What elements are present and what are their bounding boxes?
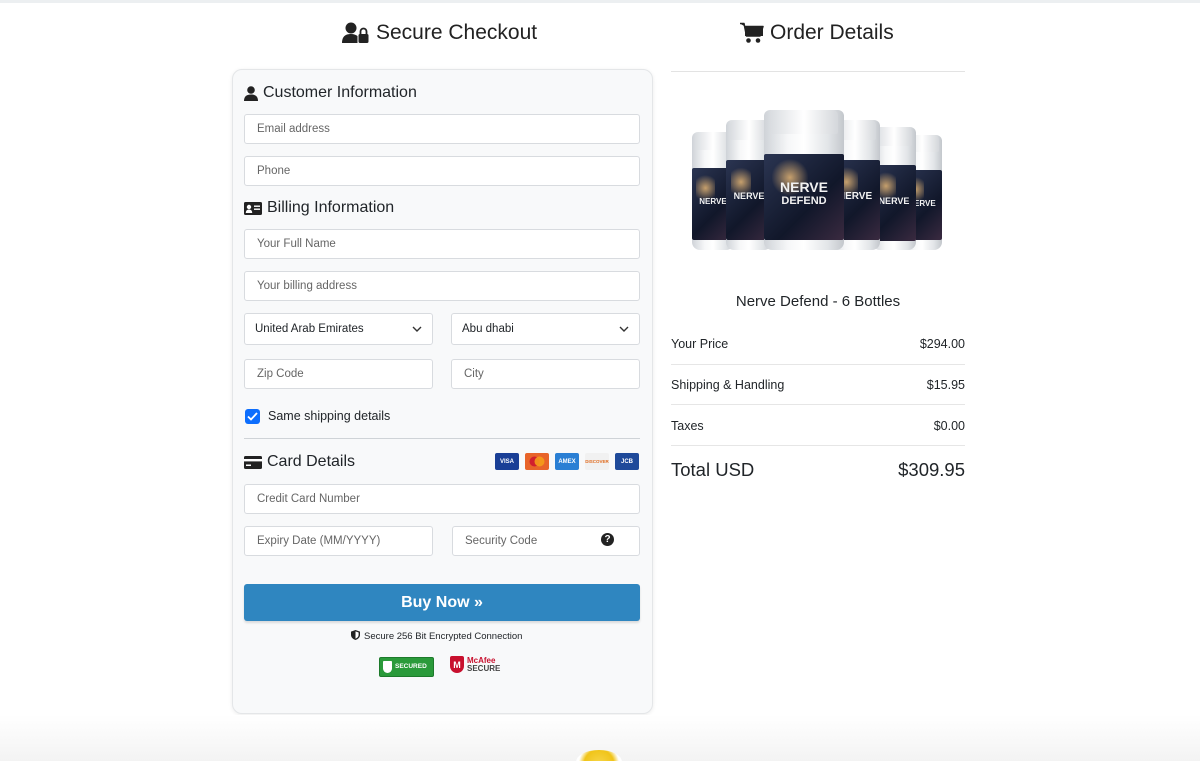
- price-value: $294.00: [919, 337, 965, 351]
- card-logos: VISA AMEX DISCOVER JCB: [495, 453, 639, 470]
- product-image: NERVE NERVE NERVE NERVE NERVE NERVE DEFE…: [690, 105, 946, 250]
- shipping-row: Shipping & Handling $15.95: [671, 378, 965, 392]
- bottle-image-front: NERVE DEFEND: [764, 110, 844, 250]
- shipping-label: Shipping & Handling: [671, 378, 785, 392]
- price-label: Your Price: [671, 337, 729, 351]
- total-row: Total USD $309.95: [671, 459, 965, 481]
- country-select-value: United Arab Emirates: [255, 323, 364, 335]
- chevron-down-icon: [412, 323, 422, 335]
- shopping-cart-icon: [740, 22, 764, 44]
- id-card-icon: [244, 201, 262, 215]
- checkmark-icon: [247, 412, 258, 421]
- city-field[interactable]: [451, 359, 640, 389]
- top-border: [0, 0, 1200, 3]
- taxes-label: Taxes: [671, 419, 704, 433]
- jcb-logo: JCB: [615, 453, 639, 470]
- checkout-heading: Secure Checkout: [342, 19, 537, 47]
- row-divider: [671, 364, 965, 365]
- product-name: Nerve Defend - 6 Bottles: [735, 293, 901, 310]
- question-circle-icon[interactable]: ?: [601, 533, 614, 546]
- secured-seal: SECURED: [379, 657, 434, 677]
- user-icon: [244, 85, 258, 101]
- billing-info-title: Billing Information: [244, 197, 394, 219]
- card-details-title: Card Details: [244, 451, 355, 473]
- chevron-down-icon: [619, 323, 629, 335]
- taxes-value: $0.00: [933, 419, 965, 433]
- secure-connection-note: Secure 256 Bit Encrypted Connection: [351, 630, 522, 643]
- zip-code-field[interactable]: [244, 359, 433, 389]
- credit-card-icon: [244, 455, 262, 469]
- total-label: Total USD: [671, 459, 755, 480]
- region-select[interactable]: Abu dhabi: [451, 313, 640, 345]
- customer-info-title: Customer Information: [244, 82, 417, 104]
- country-select[interactable]: United Arab Emirates: [244, 313, 433, 345]
- visa-logo: VISA: [495, 453, 519, 470]
- expiry-date-field[interactable]: [244, 526, 433, 556]
- same-shipping-checkbox[interactable]: [245, 409, 260, 424]
- region-select-value: Abu dhabi: [462, 323, 514, 335]
- shield-icon: [351, 630, 360, 643]
- section-divider: [244, 438, 640, 439]
- discover-logo: DISCOVER: [585, 453, 609, 470]
- row-divider: [671, 445, 965, 446]
- order-heading-text: Order Details: [770, 21, 894, 44]
- email-field[interactable]: [244, 114, 640, 144]
- mastercard-logo: [525, 453, 549, 470]
- mcafee-secure-seal: M McAfee SECURE: [450, 656, 500, 673]
- full-name-field[interactable]: [244, 229, 640, 259]
- total-value: $309.95: [898, 459, 965, 480]
- billing-address-field[interactable]: [244, 271, 640, 301]
- checkout-heading-text: Secure Checkout: [376, 21, 538, 44]
- mcafee-shield-icon: M: [450, 656, 464, 673]
- row-divider: [671, 404, 965, 405]
- shield-icon: [383, 661, 392, 673]
- buy-now-button[interactable]: Buy Now »: [244, 584, 640, 621]
- user-lock-icon: [342, 22, 370, 44]
- order-divider: [671, 71, 965, 72]
- shipping-value: $15.95: [926, 378, 965, 392]
- card-number-field[interactable]: [244, 484, 640, 514]
- same-shipping-label[interactable]: Same shipping details: [268, 409, 390, 423]
- phone-field[interactable]: [244, 156, 640, 186]
- price-row: Your Price $294.00: [671, 337, 965, 351]
- order-heading: Order Details: [740, 19, 894, 47]
- taxes-row: Taxes $0.00: [671, 419, 965, 433]
- amex-logo: AMEX: [555, 453, 579, 470]
